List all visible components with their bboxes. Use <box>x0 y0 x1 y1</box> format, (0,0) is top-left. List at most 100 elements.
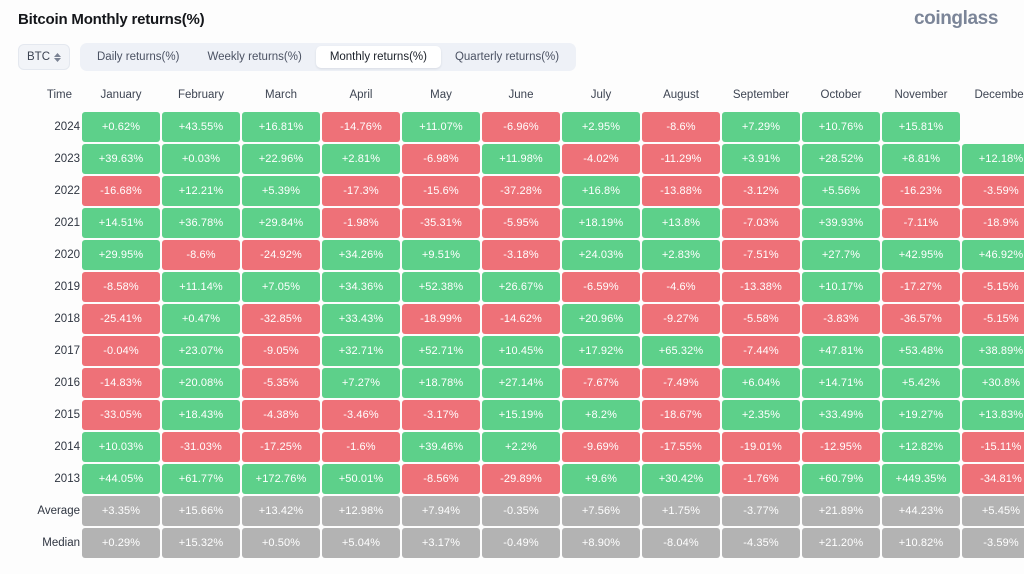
page-title: Bitcoin Monthly returns(%) <box>18 10 205 28</box>
return-cell: -4.38% <box>242 400 320 430</box>
return-cell: +20.08% <box>162 368 240 398</box>
return-cell: -16.23% <box>882 176 960 206</box>
return-cell: +60.79% <box>802 464 880 494</box>
tab-quarterly-returns[interactable]: Quarterly returns(%) <box>441 46 573 68</box>
table-row: 2018 -25.41% +0.47% -32.85% +33.43% -18.99% -1… <box>20 304 1024 334</box>
return-cell: +13.83% <box>962 400 1024 430</box>
return-cell: -8.56% <box>402 464 480 494</box>
return-cell: -16.68% <box>82 176 160 206</box>
return-cell: -0.35% <box>482 496 560 526</box>
return-cell: +5.04% <box>322 528 400 558</box>
row-label-2017: 2017 <box>20 336 80 366</box>
return-cell: -3.17% <box>402 400 480 430</box>
column-header-time: Time <box>46 89 72 101</box>
return-cell: -3.77% <box>722 496 800 526</box>
return-cell: +53.48% <box>882 336 960 366</box>
return-cell: -3.59% <box>962 528 1024 558</box>
return-cell: +7.05% <box>242 272 320 302</box>
return-cell: -4.6% <box>642 272 720 302</box>
row-label-2021: 2021 <box>20 208 80 238</box>
return-cell: -25.41% <box>82 304 160 334</box>
return-cell: -14.62% <box>482 304 560 334</box>
table-row: Median +0.29% +15.32% +0.50% +5.04% +3.17% -0.… <box>20 528 1024 558</box>
return-cell: +13.8% <box>642 208 720 238</box>
return-cell: -8.6% <box>642 112 720 142</box>
return-cell: +24.03% <box>562 240 640 270</box>
column-header-march: March <box>265 89 297 101</box>
return-cell: +12.82% <box>882 432 960 462</box>
return-cell: +65.32% <box>642 336 720 366</box>
return-cell: +0.29% <box>82 528 160 558</box>
return-cell: +50.01% <box>322 464 400 494</box>
return-cell: +39.63% <box>82 144 160 174</box>
return-cell: +15.81% <box>882 112 960 142</box>
return-cell: -37.28% <box>482 176 560 206</box>
return-cell: -15.11% <box>962 432 1024 462</box>
period-tabs: Daily returns(%) Weekly returns(%) Month… <box>80 43 577 71</box>
return-cell: +34.26% <box>322 240 400 270</box>
return-cell: -18.67% <box>642 400 720 430</box>
return-cell: -5.15% <box>962 272 1024 302</box>
return-cell: +18.78% <box>402 368 480 398</box>
column-header-august: August <box>663 89 699 101</box>
row-label-2016: 2016 <box>20 368 80 398</box>
return-cell: +11.98% <box>482 144 560 174</box>
return-cell: +28.52% <box>802 144 880 174</box>
return-cell: +19.27% <box>882 400 960 430</box>
return-cell: -7.03% <box>722 208 800 238</box>
return-cell: +26.67% <box>482 272 560 302</box>
return-cell: +12.21% <box>162 176 240 206</box>
return-cell: +5.39% <box>242 176 320 206</box>
return-cell: -3.12% <box>722 176 800 206</box>
return-cell: -17.27% <box>882 272 960 302</box>
row-label-median: Median <box>20 528 80 558</box>
return-cell: -0.04% <box>82 336 160 366</box>
return-cell: +44.23% <box>882 496 960 526</box>
return-cell <box>962 112 1024 142</box>
return-cell: -9.27% <box>642 304 720 334</box>
return-cell: +30.42% <box>642 464 720 494</box>
return-cell: +14.71% <box>802 368 880 398</box>
return-cell: -7.67% <box>562 368 640 398</box>
return-cell: -5.15% <box>962 304 1024 334</box>
table-header-row: Time January February March April May June Jul… <box>20 80 1024 110</box>
row-label-2020: 2020 <box>20 240 80 270</box>
symbol-selector[interactable]: BTC <box>18 44 70 70</box>
return-cell: +1.75% <box>642 496 720 526</box>
tab-weekly-returns[interactable]: Weekly returns(%) <box>193 46 315 68</box>
return-cell: -29.89% <box>482 464 560 494</box>
return-cell: -8.04% <box>642 528 720 558</box>
tab-monthly-returns[interactable]: Monthly returns(%) <box>315 46 441 68</box>
return-cell: +27.7% <box>802 240 880 270</box>
return-cell: -35.31% <box>402 208 480 238</box>
return-cell: +10.76% <box>802 112 880 142</box>
return-cell: +0.03% <box>162 144 240 174</box>
row-label-2022: 2022 <box>20 176 80 206</box>
return-cell: -9.69% <box>562 432 640 462</box>
tab-daily-returns[interactable]: Daily returns(%) <box>83 46 193 68</box>
return-cell: +2.2% <box>482 432 560 462</box>
return-cell: +7.27% <box>322 368 400 398</box>
return-cell: +18.19% <box>562 208 640 238</box>
return-cell: +16.8% <box>562 176 640 206</box>
table-row: 2020 +29.95% -8.6% -24.92% +34.26% +9.51% -3.1… <box>20 240 1024 270</box>
return-cell: -32.85% <box>242 304 320 334</box>
page-header: Bitcoin Monthly returns(%) coinglass <box>14 0 1010 38</box>
return-cell: -14.83% <box>82 368 160 398</box>
return-cell: -13.38% <box>722 272 800 302</box>
return-cell: +33.49% <box>802 400 880 430</box>
return-cell: +30.8% <box>962 368 1024 398</box>
column-header-april: April <box>349 89 373 101</box>
return-cell: +23.07% <box>162 336 240 366</box>
monthly-returns-table: Time January February March April May June Jul… <box>18 78 1024 560</box>
column-header-october: October <box>820 89 862 101</box>
return-cell: +0.62% <box>82 112 160 142</box>
table-row: 2019 -8.58% +11.14% +7.05% +34.36% +52.38% +26… <box>20 272 1024 302</box>
table-row: 2014 +10.03% -31.03% -17.25% -1.6% +39.46% +2.… <box>20 432 1024 462</box>
return-cell: +7.29% <box>722 112 800 142</box>
table-row: 2023 +39.63% +0.03% +22.96% +2.81% -6.98% +11.… <box>20 144 1024 174</box>
return-cell: -3.46% <box>322 400 400 430</box>
table-row: 2013 +44.05% +61.77% +172.76% +50.01% -8.56% -… <box>20 464 1024 494</box>
return-cell: -17.3% <box>322 176 400 206</box>
return-cell: -24.92% <box>242 240 320 270</box>
